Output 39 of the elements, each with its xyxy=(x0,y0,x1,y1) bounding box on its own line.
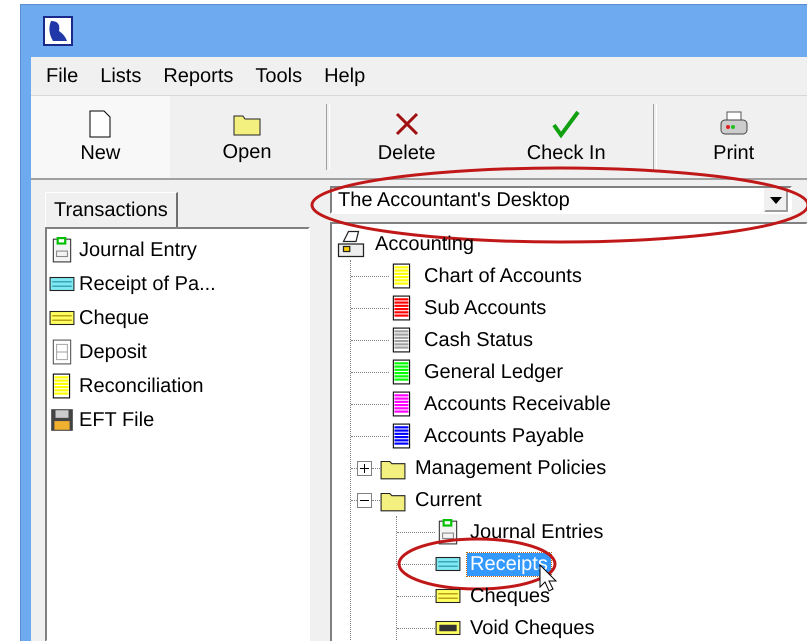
printer-icon xyxy=(718,110,749,138)
tree-item[interactable]: Journal Entries xyxy=(467,520,606,544)
tree-item[interactable]: Current xyxy=(412,488,485,512)
menu-item[interactable]: Reports xyxy=(154,62,242,90)
menu-item[interactable]: File xyxy=(37,62,88,90)
menu-item[interactable]: Help xyxy=(315,62,374,90)
desktop-dropdown[interactable]: The Accountant's Desktop xyxy=(330,186,792,214)
toolbar-button[interactable]: New xyxy=(31,96,170,178)
tree-item[interactable]: Chart of Accounts xyxy=(421,264,585,288)
file-tray-icon xyxy=(336,229,366,259)
tab[interactable]: Transactions xyxy=(45,192,178,228)
caret-icon xyxy=(770,196,782,204)
collapse-icon[interactable] xyxy=(357,492,372,508)
tree-item[interactable]: Management Policies xyxy=(412,456,610,480)
tree-item[interactable]: Cash Status xyxy=(421,328,536,352)
dropdown-arrow-button[interactable] xyxy=(764,188,788,212)
list-item[interactable]: Receipt of Pa... xyxy=(79,272,216,296)
list-item[interactable]: Journal Entry xyxy=(79,238,197,262)
expand-icon[interactable] xyxy=(357,460,372,476)
app-icon xyxy=(43,16,73,46)
list-item[interactable]: Reconciliation xyxy=(79,374,204,398)
list-item[interactable]: Cheque xyxy=(79,306,150,330)
tree-item[interactable]: General Ledger xyxy=(421,360,566,384)
tree-item[interactable]: Accounting xyxy=(372,232,477,256)
menu-item[interactable]: Tools xyxy=(246,62,312,90)
list-item[interactable]: Deposit xyxy=(79,340,147,364)
list-item[interactable]: EFT File xyxy=(79,408,154,432)
toolbar-button[interactable]: Check In xyxy=(480,96,652,178)
blank-page-icon xyxy=(89,110,112,138)
toolbar-button[interactable]: Print xyxy=(659,96,807,178)
toolbar-button[interactable]: Open xyxy=(170,96,324,178)
tree-item[interactable]: Accounts Receivable xyxy=(421,392,614,416)
toolbar-button[interactable]: Delete xyxy=(332,96,481,178)
tree-item[interactable]: Sub Accounts xyxy=(421,296,550,320)
tree-item[interactable]: Void Cheques xyxy=(467,616,598,640)
menu-item[interactable]: Lists xyxy=(91,62,150,90)
tree-item[interactable]: Cheques xyxy=(467,584,554,608)
tree-item[interactable]: Accounts Payable xyxy=(421,424,588,448)
checkmark-icon xyxy=(551,110,582,138)
